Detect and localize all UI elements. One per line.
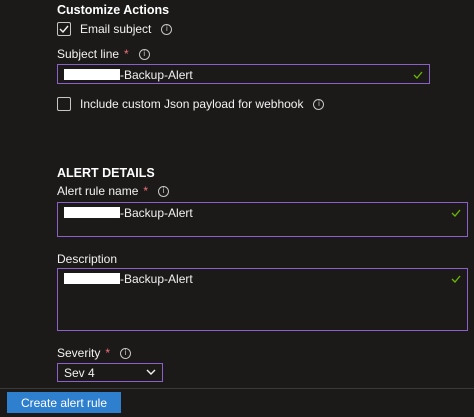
subject-line-value: -Backup-Alert <box>64 68 413 82</box>
description-label-row: Description <box>57 252 117 266</box>
required-marker: * <box>105 346 111 360</box>
info-icon[interactable]: i <box>161 23 173 35</box>
description-label: Description <box>57 252 118 266</box>
severity-label-row: Severity * i <box>57 346 132 360</box>
redacted-text <box>64 69 120 80</box>
severity-dropdown[interactable]: Sev 4 <box>57 363 163 382</box>
info-icon[interactable]: i <box>158 185 170 197</box>
severity-label: Severity <box>57 346 101 360</box>
description-value: -Backup-Alert <box>64 272 451 286</box>
checkmark-icon <box>59 25 69 34</box>
alert-rule-name-label: Alert rule name <box>57 184 139 198</box>
alert-details-title: ALERT DETAILS <box>57 166 155 180</box>
info-icon[interactable]: i <box>313 98 325 110</box>
checkmark-icon <box>451 275 461 283</box>
info-icon[interactable]: i <box>120 347 132 359</box>
email-subject-label: Email subject <box>80 22 152 36</box>
create-alert-rule-button[interactable]: Create alert rule <box>7 392 121 413</box>
redacted-text <box>64 273 120 284</box>
include-json-label: Include custom Json payload for webhook <box>80 97 304 111</box>
checkmark-icon <box>451 209 461 217</box>
alert-rule-name-value: -Backup-Alert <box>64 206 451 220</box>
chevron-down-icon <box>146 369 156 375</box>
description-textarea[interactable]: -Backup-Alert <box>57 268 468 331</box>
include-json-row[interactable]: Include custom Json payload for webhook … <box>57 96 325 112</box>
alert-rule-form: Customize Actions Email subject i Subjec… <box>0 0 474 417</box>
email-subject-checkbox[interactable] <box>57 22 71 36</box>
alert-rule-name-label-row: Alert rule name * i <box>57 184 170 198</box>
severity-selected-value: Sev 4 <box>64 365 95 380</box>
email-subject-row[interactable]: Email subject i <box>57 21 173 37</box>
alert-rule-name-input[interactable]: -Backup-Alert <box>57 202 468 237</box>
required-marker: * <box>124 47 129 61</box>
subject-line-label: Subject line <box>57 47 120 61</box>
redacted-text <box>64 207 120 218</box>
customize-actions-title: Customize Actions <box>57 3 170 17</box>
subject-line-input[interactable]: -Backup-Alert <box>57 64 430 84</box>
checkmark-icon <box>413 71 423 79</box>
include-json-checkbox[interactable] <box>57 97 71 111</box>
subject-line-label-row: Subject line * i <box>57 47 150 61</box>
required-marker: * <box>143 184 149 198</box>
info-icon[interactable]: i <box>138 48 150 60</box>
